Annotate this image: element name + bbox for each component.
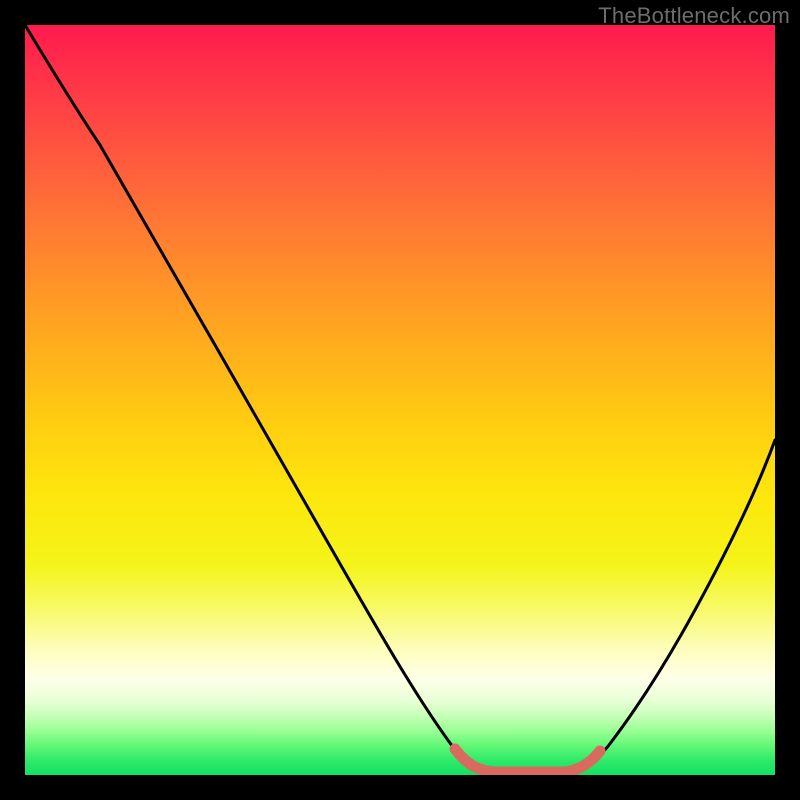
accent-segment [455,749,600,772]
chart-plot-area [25,25,775,775]
curve-path [25,25,775,773]
bottleneck-curve [25,25,775,775]
chart-container: TheBottleneck.com [0,0,800,800]
